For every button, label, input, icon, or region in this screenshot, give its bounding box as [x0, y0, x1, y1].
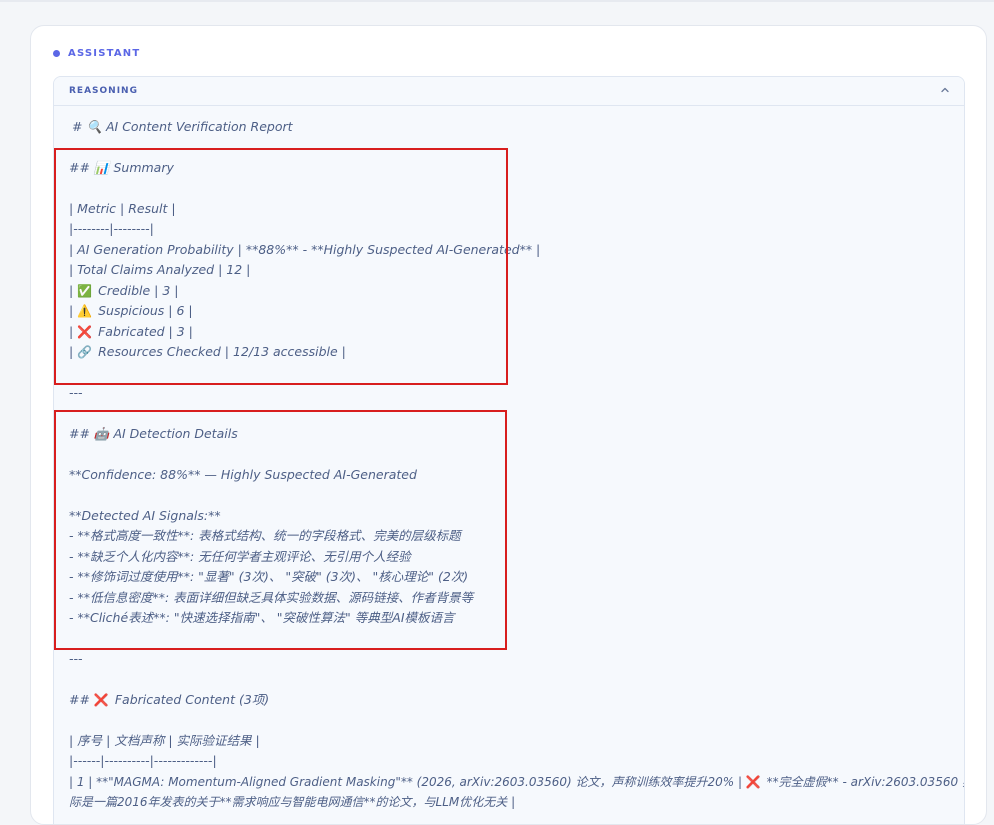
detection-confidence: **Confidence: 88%** — Highly Suspected A…	[69, 467, 417, 482]
summary-row-ai-probability: | AI Generation Probability | **88%** - …	[69, 242, 541, 257]
detection-signal: - **缺乏个人化内容**: 无任何学者主观评论、无引用个人经验	[69, 549, 411, 564]
fabricated-row-1: | 1 | **"MAGMA: Momentum-Aligned Gradien…	[69, 775, 965, 789]
fabricated-table-header: | 序号 | 文档声称 | 实际验证结果 |	[69, 733, 260, 748]
detection-signal: - **低信息密度**: 表面详细但缺乏具体实验数据、源码链接、作者背景等	[69, 590, 474, 605]
summary-heading: ## 📊 Summary	[69, 160, 174, 175]
top-divider	[0, 0, 994, 2]
summary-row-resources: | 🔗 Resources Checked | 12/13 accessible…	[69, 344, 346, 359]
cross-mark-icon: ❌	[745, 775, 761, 789]
detection-heading: ## 🤖 AI Detection Details	[69, 426, 238, 441]
divider-1: ---	[69, 385, 83, 400]
report-title: # 🔍 AI Content Verification Report	[72, 119, 293, 134]
summary-row-total-claims: | Total Claims Analyzed | 12 |	[69, 262, 251, 277]
cross-mark-icon: ❌	[77, 325, 93, 339]
summary-table-separator: |--------|--------|	[69, 221, 154, 236]
reasoning-panel: REASONING # 🔍 AI Content Verification Re…	[53, 76, 965, 824]
fabricated-table-separator: |------|----------|-------------|	[69, 753, 217, 768]
summary-row-credible: | ✅ Credible | 3 |	[69, 283, 179, 298]
summary-row-fabricated: | ❌ Fabricated | 3 |	[69, 324, 193, 339]
fabricated-heading: ## ❌ Fabricated Content (3项)	[69, 692, 270, 707]
reasoning-panel-header[interactable]: REASONING	[54, 77, 964, 106]
warning-icon: ⚠️	[77, 304, 93, 318]
reasoning-title: REASONING	[69, 86, 138, 96]
role-label: ASSISTANT	[68, 48, 141, 59]
collapse-button[interactable]	[936, 81, 954, 99]
detection-signal: - **修饰词过度使用**: "显著" (3次)、 "突破" (3次)、 "核心…	[69, 569, 469, 584]
summary-row-suspicious: | ⚠️ Suspicious | 6 |	[69, 303, 193, 318]
role-dot-icon	[53, 50, 60, 57]
check-mark-icon: ✅	[77, 284, 93, 298]
detection-signal: - **格式高度一致性**: 表格式结构、统一的字段格式、完美的层级标题	[69, 528, 461, 543]
link-icon: 🔗	[77, 345, 93, 359]
role-indicator: ASSISTANT	[53, 48, 140, 59]
assistant-message-card: ASSISTANT REASONING # 🔍 AI Content Verif…	[30, 25, 987, 825]
chevron-up-icon	[941, 87, 949, 93]
fabricated-row-1-continued: 际是一篇2016年发表的关于**需求响应与智能电网通信**的论文，与LLM优化无…	[69, 795, 516, 809]
summary-table-header: | Metric | Result |	[69, 201, 176, 216]
detection-signals-heading: **Detected AI Signals:**	[69, 508, 221, 523]
detection-signal: - **Cliché表述**: "快速选择指南"、 "突破性算法" 等典型AI模…	[69, 610, 455, 625]
divider-2: ---	[69, 651, 83, 666]
cross-mark-icon: ❌	[93, 693, 109, 707]
